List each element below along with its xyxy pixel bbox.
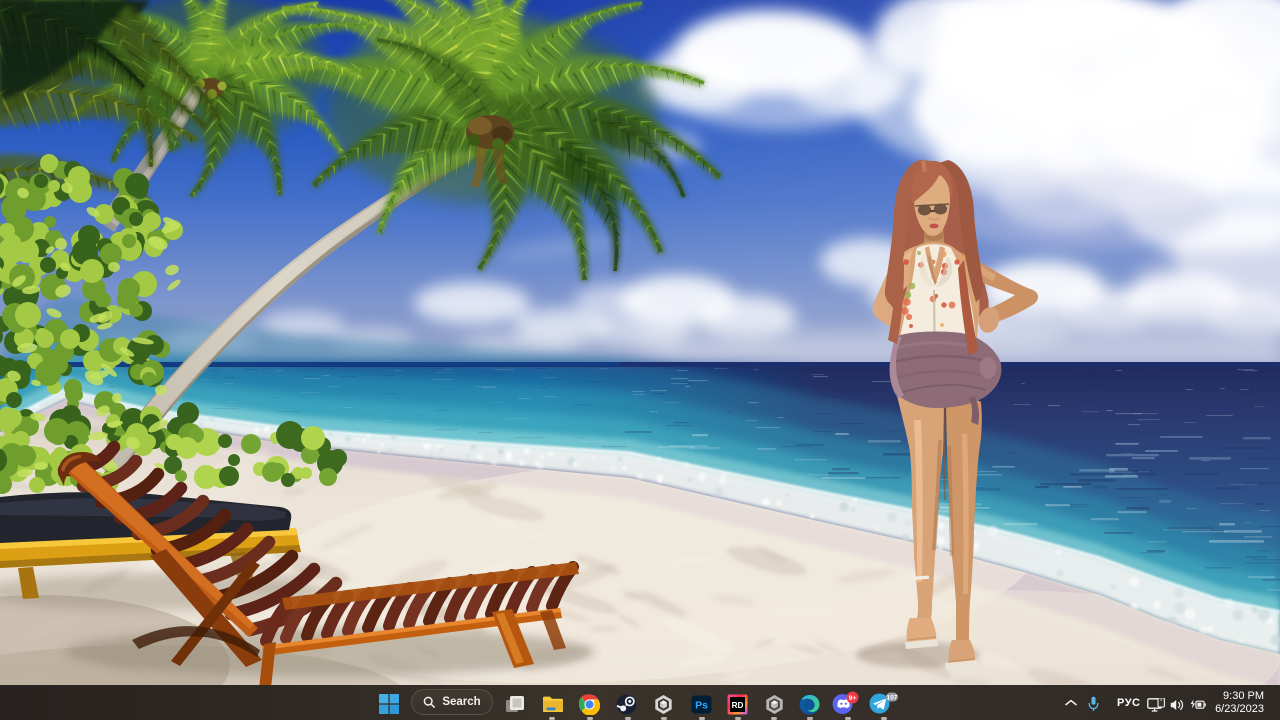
svg-text:RD: RD bbox=[732, 701, 744, 710]
svg-text:107: 107 bbox=[887, 694, 898, 701]
svg-text:Ps: Ps bbox=[695, 700, 708, 712]
svg-text:9+: 9+ bbox=[849, 695, 857, 702]
